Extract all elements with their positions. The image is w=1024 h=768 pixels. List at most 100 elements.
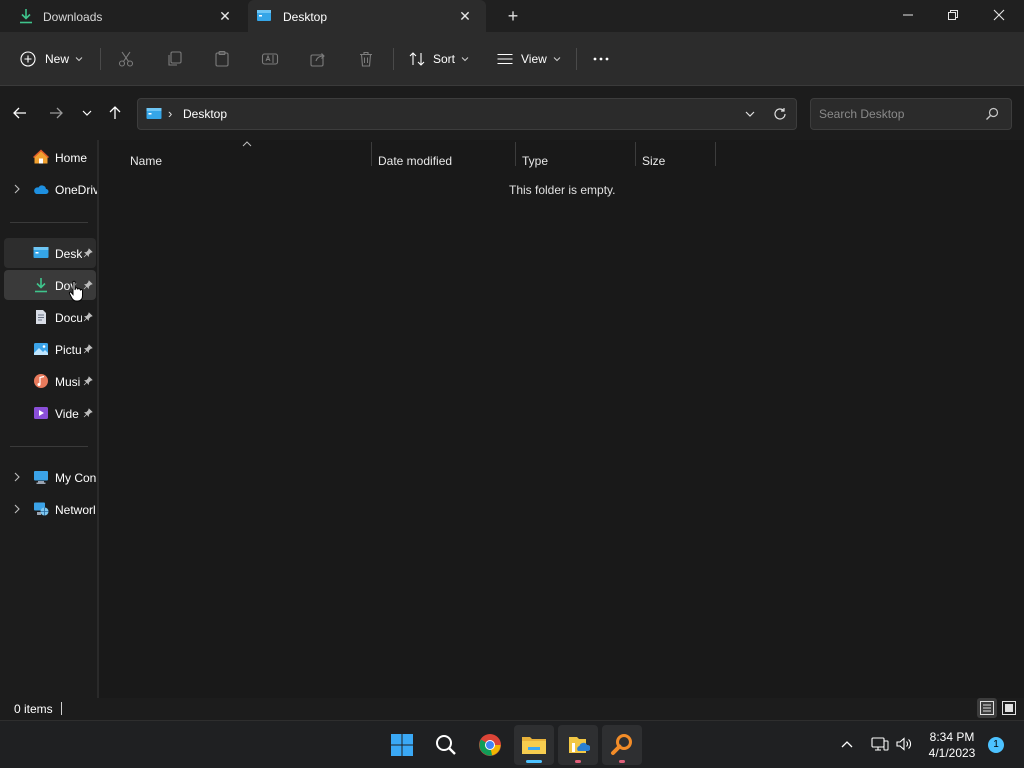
new-button[interactable]: New [20,32,83,86]
clock-time: 8:34 PM [929,730,975,744]
back-button[interactable] [9,102,31,124]
copy-button[interactable] [165,32,183,86]
nav-label: Docu [55,311,84,325]
pin-icon [82,245,94,261]
tab-downloads[interactable]: Downloads ✕ [0,0,246,32]
details-view-icon [980,701,994,715]
window-indicator [575,760,581,763]
title-bar: Downloads ✕ Desktop ✕ + [0,0,1024,32]
more-icon [593,57,609,61]
taskbar-magnifier-app[interactable] [602,725,642,765]
recent-locations-button[interactable] [76,102,98,124]
nav-item-videos[interactable]: Vide [4,398,96,428]
nav-item-music[interactable]: Musi [4,366,96,396]
pin-icon [82,373,94,389]
start-button[interactable] [382,725,422,765]
large-icons-view-button[interactable] [999,698,1019,718]
forward-button[interactable] [45,102,67,124]
nav-item-home[interactable]: Home [4,142,96,172]
share-icon [310,53,325,67]
scissors-icon [118,51,134,67]
chrome-icon [479,734,501,756]
navigation-pane: Home OneDriv Desk Dov Docu Pictu Musi Vi… [0,140,97,698]
active-window-indicator [526,760,542,763]
notification-badge[interactable]: 1 [988,737,1004,753]
taskbar: 8:34 PM 4/1/2023 1 [0,720,1024,768]
command-bar: New Sort View [0,32,1024,86]
volume-icon[interactable] [895,735,913,753]
tab-label: Desktop [283,10,328,24]
column-header-name[interactable]: Name [123,148,371,170]
delete-button[interactable] [357,32,375,86]
refresh-icon[interactable] [773,107,787,121]
breadcrumb-desktop[interactable]: Desktop [183,107,227,121]
minimize-icon [903,14,913,16]
column-header-date-modified[interactable]: Date modified [372,148,515,170]
chevron-up-icon[interactable] [840,738,854,750]
arrow-right-icon [50,107,63,119]
chevron-down-icon [75,57,83,62]
up-button[interactable] [104,102,126,124]
empty-folder-message: This folder is empty. [509,183,616,197]
rename-icon [261,53,279,65]
toolbar-separator [100,48,101,70]
search-icon[interactable] [985,107,999,121]
download-icon [20,9,32,24]
view-button[interactable]: View [496,32,561,86]
nav-item-network[interactable]: Networl [4,494,96,524]
share-button[interactable] [309,32,327,86]
file-list[interactable]: Name Date modified Type Size This folder… [99,140,1024,698]
desktop-folder-icon [146,108,162,119]
desktop-folder-icon [257,10,271,21]
column-header-size[interactable]: Size [636,148,715,170]
column-divider[interactable] [715,142,716,166]
this-pc-icon [34,471,48,484]
nav-item-this-pc[interactable]: My Con [4,462,96,492]
breadcrumb-chevron-icon[interactable]: › [168,106,172,121]
rename-button[interactable] [261,32,279,86]
chevron-down-icon[interactable] [744,108,756,120]
tab-desktop[interactable]: Desktop ✕ [248,0,486,32]
download-icon [35,278,47,293]
nav-label: Musi [55,375,81,389]
cut-button[interactable] [117,32,135,86]
close-tab-icon[interactable]: ✕ [216,7,234,25]
nav-item-onedrive[interactable]: OneDriv [4,174,97,204]
desktop-folder-icon [33,247,49,258]
sort-icon [409,52,425,66]
taskbar-pinned-app[interactable] [558,725,598,765]
nav-item-documents[interactable]: Docu [4,302,96,332]
chevron-right-icon[interactable] [13,504,21,514]
toolbar-separator [393,48,394,70]
new-label: New [45,52,70,66]
taskbar-chrome[interactable] [470,725,510,765]
details-view-button[interactable] [977,698,997,718]
minimize-button[interactable] [896,4,920,26]
magnifier-app-icon [611,734,632,755]
search-input[interactable] [819,106,979,122]
taskbar-file-explorer[interactable] [514,725,554,765]
taskbar-clock[interactable]: 8:34 PM 4/1/2023 [920,729,984,761]
restore-button[interactable] [941,4,965,26]
chevron-right-icon[interactable] [13,472,21,482]
search-box[interactable] [810,98,1012,130]
nav-label: OneDriv [55,183,97,197]
close-tab-icon[interactable]: ✕ [456,7,474,25]
chevron-right-icon[interactable] [13,184,21,194]
item-count: 0 items [14,702,53,716]
taskbar-search-button[interactable] [426,725,466,765]
column-header-type[interactable]: Type [516,148,635,170]
nav-item-desktop[interactable]: Desk [4,238,96,268]
network-status-icon[interactable] [871,735,889,753]
paste-button[interactable] [213,32,231,86]
close-window-button[interactable] [987,4,1011,26]
file-explorer-icon [522,737,546,754]
new-tab-button[interactable]: + [503,6,523,26]
column-label: Name [130,154,163,168]
sort-button[interactable]: Sort [408,32,469,86]
chevron-down-icon [82,110,92,116]
see-more-button[interactable] [592,32,610,86]
close-icon [993,9,1005,21]
nav-item-pictures[interactable]: Pictu [4,334,96,364]
address-bar[interactable]: › Desktop [137,98,797,130]
